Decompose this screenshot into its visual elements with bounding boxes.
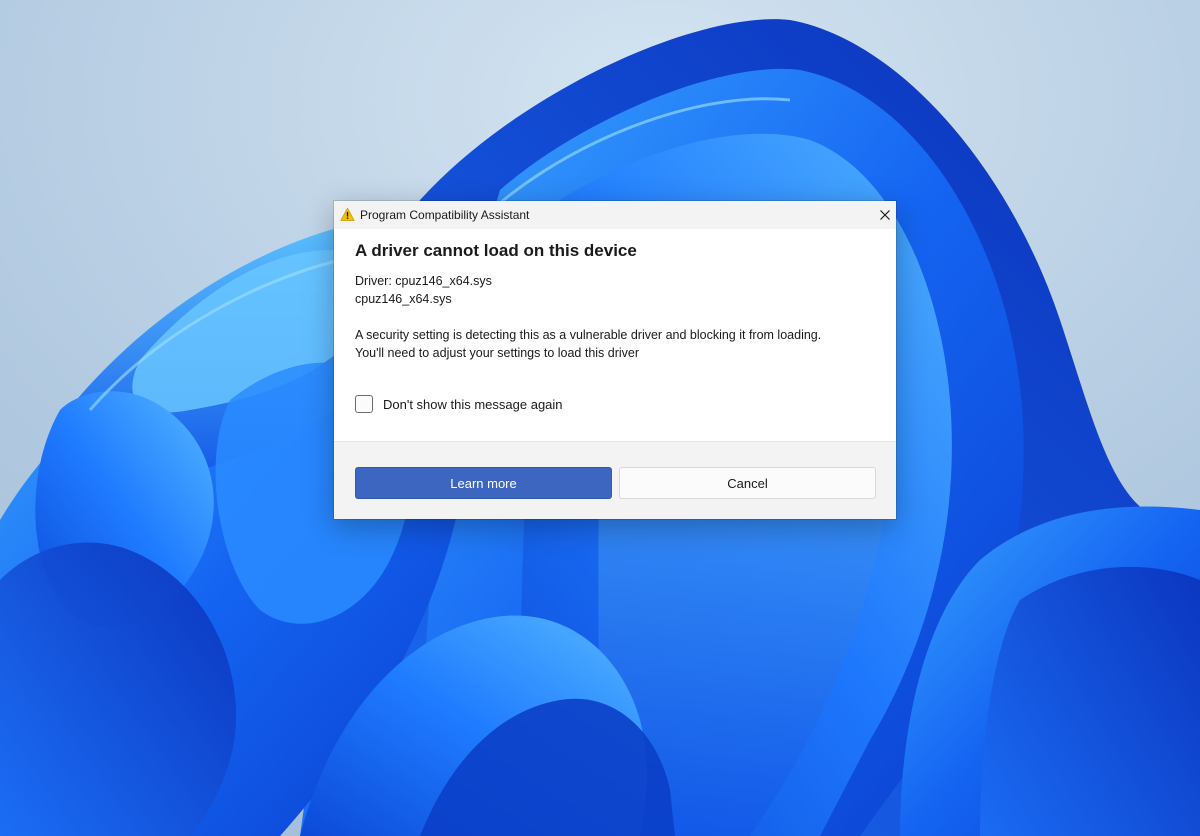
driver-file: cpuz146_x64.sys — [355, 292, 452, 306]
dont-show-again-label[interactable]: Don't show this message again — [383, 397, 563, 412]
cancel-button[interactable]: Cancel — [619, 467, 876, 499]
close-icon — [880, 210, 890, 220]
message-line-2: You'll need to adjust your settings to l… — [355, 346, 640, 360]
program-compatibility-dialog: Program Compatibility Assistant A driver… — [334, 201, 896, 519]
close-button[interactable] — [874, 201, 896, 229]
message-line-1: A security setting is detecting this as … — [355, 328, 822, 342]
dialog-footer: Learn more Cancel — [334, 441, 896, 519]
dialog-heading: A driver cannot load on this device — [355, 241, 637, 260]
title-bar[interactable]: Program Compatibility Assistant — [334, 201, 896, 229]
dont-show-again-row[interactable]: Don't show this message again — [355, 394, 563, 414]
warning-icon — [340, 207, 355, 221]
window-title: Program Compatibility Assistant — [360, 208, 530, 222]
learn-more-button[interactable]: Learn more — [355, 467, 612, 499]
dont-show-again-checkbox[interactable] — [355, 395, 373, 413]
driver-line: Driver: cpuz146_x64.sys — [355, 274, 492, 288]
